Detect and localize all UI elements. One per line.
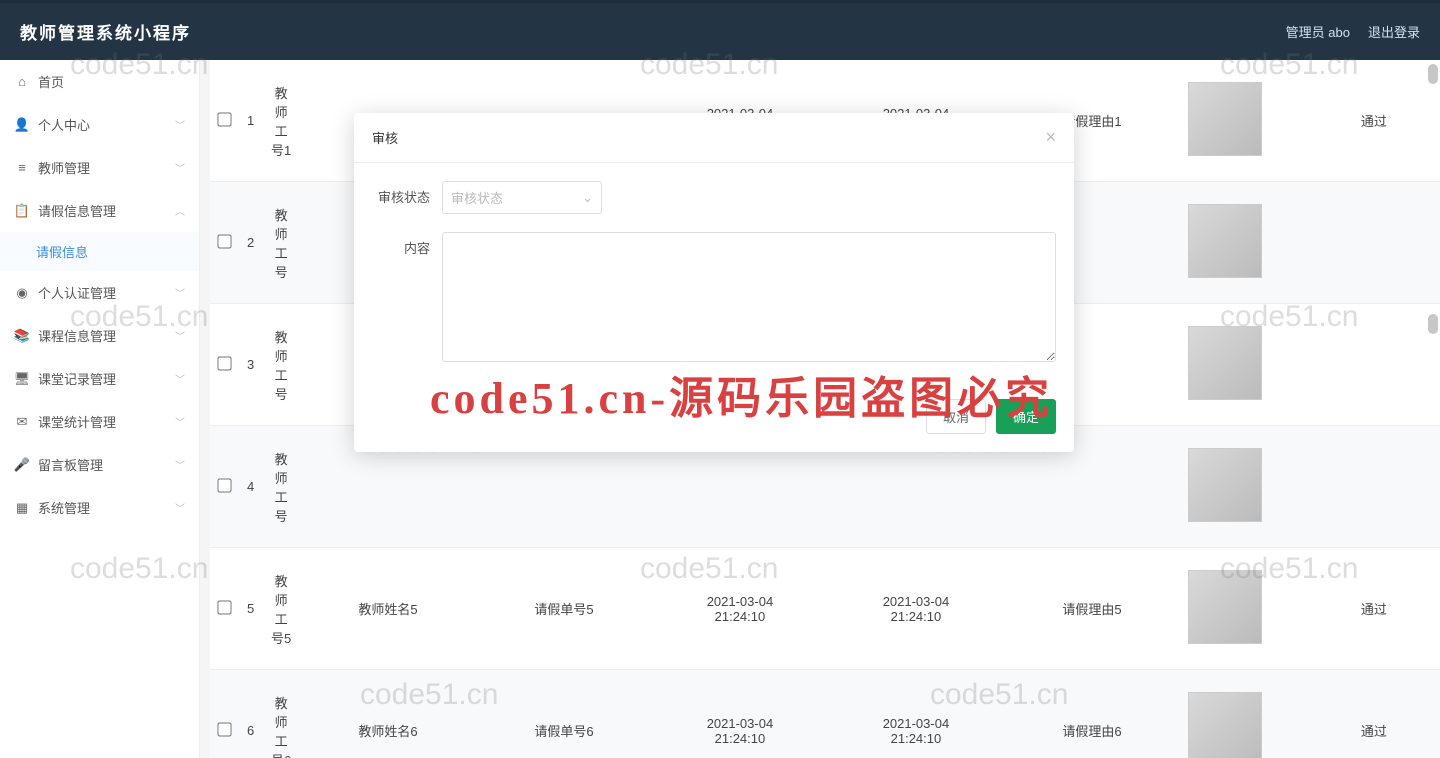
content-textarea[interactable]	[442, 232, 1056, 362]
audit-modal: 审核 × 审核状态 审核状态 ⌄ 内容 取消 确定	[354, 113, 1074, 452]
close-icon[interactable]: ×	[1045, 127, 1056, 148]
status-select-placeholder: 审核状态	[451, 188, 503, 207]
scrollbar-thumb[interactable]	[1428, 64, 1438, 84]
cancel-button[interactable]: 取消	[926, 399, 986, 434]
scrollbar-thumb[interactable]	[1428, 314, 1438, 334]
modal-title: 审核	[372, 128, 398, 147]
field-label-content: 内容	[372, 232, 442, 257]
field-label-status: 审核状态	[372, 181, 442, 206]
status-select[interactable]: 审核状态 ⌄	[442, 181, 602, 214]
ok-button[interactable]: 确定	[996, 399, 1056, 434]
chevron-down-icon: ⌄	[582, 190, 593, 206]
